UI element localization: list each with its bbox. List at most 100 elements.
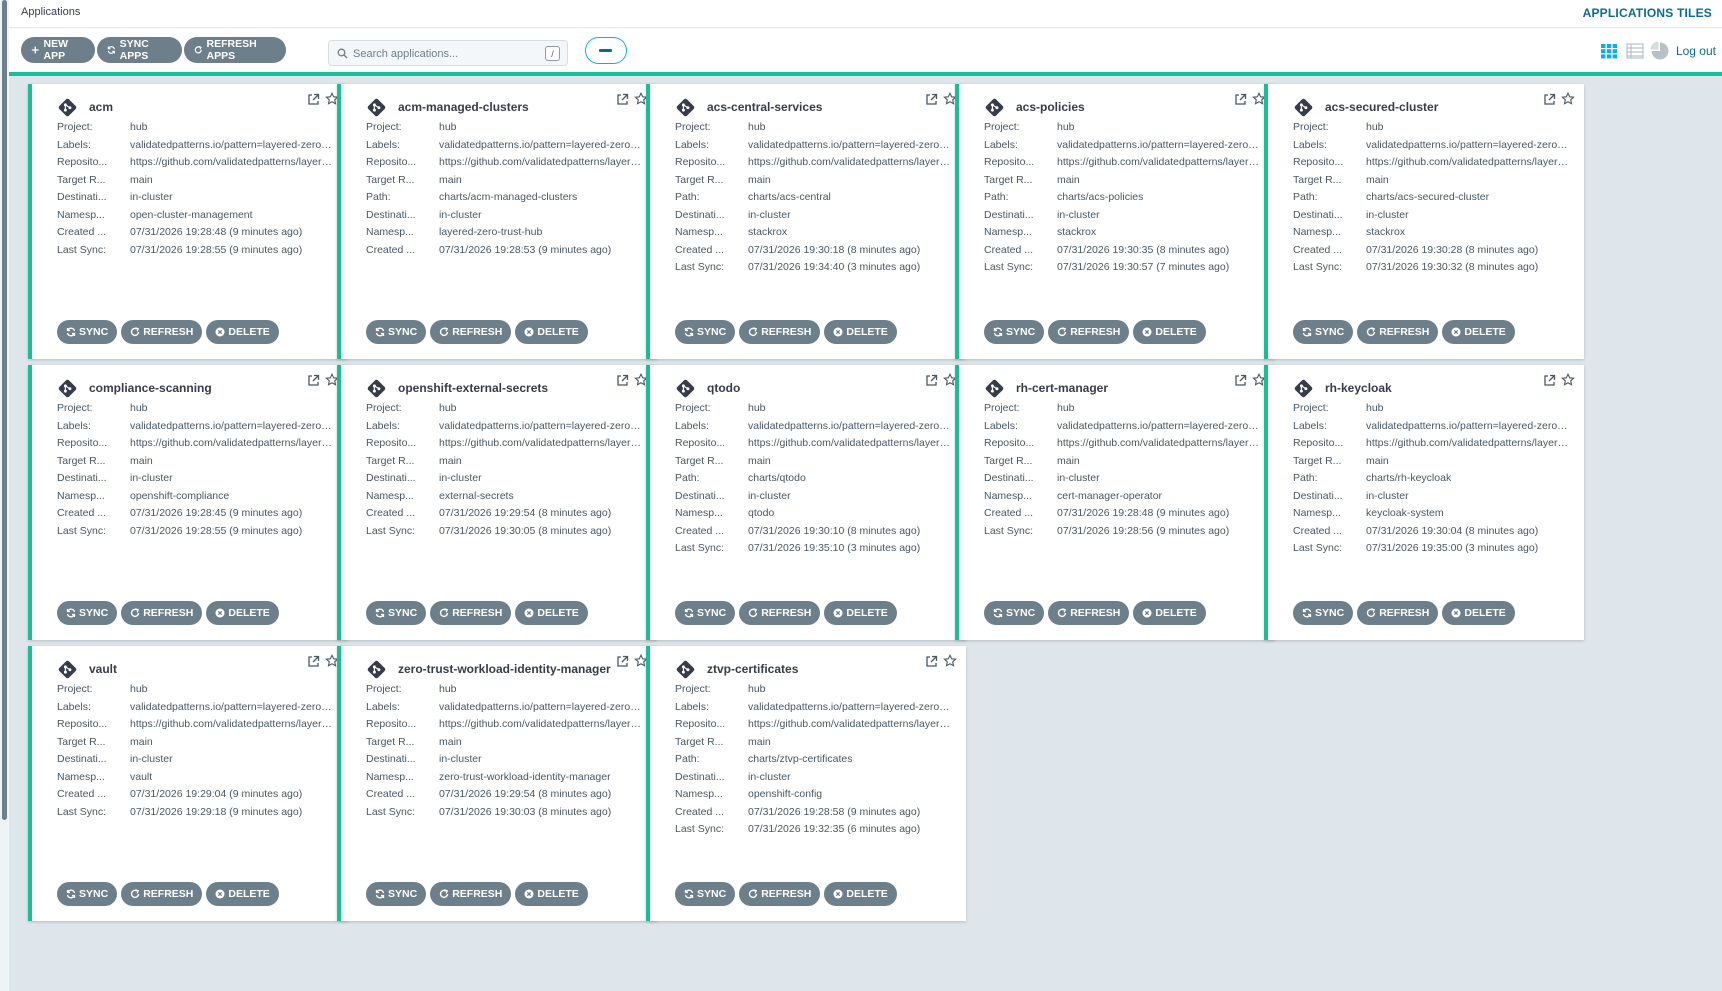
sync-button[interactable]: SYNC	[984, 601, 1045, 625]
external-link-icon[interactable]	[1543, 93, 1556, 106]
external-link-icon[interactable]	[925, 374, 938, 387]
refresh-button[interactable]: REFRESH	[1357, 601, 1439, 625]
target-label: Target R...	[675, 735, 724, 748]
external-link-icon[interactable]	[307, 93, 320, 106]
card-actions: SYNC REFRESH DELETE	[675, 882, 897, 906]
app-card[interactable]: acs-policies Project: hub Labels: validate…	[955, 84, 1275, 359]
scrollbar-thumb[interactable]	[2, 0, 7, 820]
refresh-button[interactable]: REFRESH	[430, 320, 512, 344]
refresh-button[interactable]: REFRESH	[739, 320, 821, 344]
filter-toggle-button[interactable]	[585, 37, 627, 64]
page-scrollbar[interactable]	[0, 0, 9, 991]
sync-button[interactable]: SYNC	[675, 320, 736, 344]
delete-button[interactable]: DELETE	[824, 601, 897, 625]
app-name[interactable]: acs-secured-cluster	[1325, 100, 1438, 114]
refresh-button[interactable]: REFRESH	[1048, 320, 1130, 344]
summary-view-icon[interactable]	[1650, 39, 1670, 63]
external-link-icon[interactable]	[307, 655, 320, 668]
app-card[interactable]: acm-managed-clusters Project: hub Labels:…	[337, 84, 657, 359]
app-name[interactable]: acs-policies	[1016, 100, 1085, 114]
app-name[interactable]: rh-keycloak	[1325, 381, 1392, 395]
git-icon	[985, 379, 1004, 398]
delete-button[interactable]: DELETE	[1442, 601, 1515, 625]
logout-link[interactable]: Log out	[1676, 44, 1716, 58]
external-link-icon[interactable]	[616, 655, 629, 668]
refresh-button[interactable]: REFRESH	[1357, 320, 1439, 344]
tiles-view-icon[interactable]	[1600, 39, 1618, 63]
refresh-button[interactable]: REFRESH	[121, 320, 203, 344]
sync-label: SYNC	[1006, 326, 1036, 338]
last_sync-value: 07/31/2026 19:29:18 (9 minutes ago)	[130, 805, 303, 818]
search-box[interactable]: /	[328, 40, 568, 66]
sync-apps-button[interactable]: SYNC APPS	[97, 37, 182, 63]
app-name[interactable]: openshift-external-secrets	[398, 381, 548, 395]
app-card[interactable]: compliance-scanning Project: hub Labels: v…	[28, 365, 348, 640]
app-card[interactable]: vault Project: hub Labels: validatedpatter…	[28, 646, 348, 921]
app-name[interactable]: vault	[89, 662, 117, 676]
delete-button[interactable]: DELETE	[515, 320, 588, 344]
sync-button[interactable]: SYNC	[675, 882, 736, 906]
app-card[interactable]: rh-keycloak Project: hub Labels: validated…	[1264, 365, 1584, 640]
delete-button[interactable]: DELETE	[206, 882, 279, 906]
app-card[interactable]: acs-central-services Project: hub Labels:…	[646, 84, 966, 359]
sync-button[interactable]: SYNC	[984, 320, 1045, 344]
external-link-icon[interactable]	[1234, 374, 1247, 387]
list-view-icon[interactable]	[1626, 39, 1644, 63]
app-card[interactable]: acs-secured-cluster Project: hub Labels: v…	[1264, 84, 1584, 359]
app-card[interactable]: acm Project: hub Labels: validatedpatterns…	[28, 84, 348, 359]
new-app-button[interactable]: NEW APP	[21, 37, 95, 63]
delete-button[interactable]: DELETE	[206, 601, 279, 625]
app-name[interactable]: compliance-scanning	[89, 381, 212, 395]
delete-button[interactable]: DELETE	[515, 601, 588, 625]
breadcrumb[interactable]: Applications	[21, 6, 80, 18]
refresh-button[interactable]: REFRESH	[121, 601, 203, 625]
sync-button[interactable]: SYNC	[366, 882, 427, 906]
search-input[interactable]	[353, 45, 543, 62]
refresh-button[interactable]: REFRESH	[121, 882, 203, 906]
delete-button[interactable]: DELETE	[1133, 320, 1206, 344]
app-name[interactable]: acs-central-services	[707, 100, 822, 114]
delete-button[interactable]: DELETE	[515, 882, 588, 906]
app-name[interactable]: zero-trust-workload-identity-manager	[398, 662, 611, 676]
app-card[interactable]: zero-trust-workload-identity-manager Pro…	[337, 646, 657, 921]
external-link-icon[interactable]	[307, 374, 320, 387]
sync-button[interactable]: SYNC	[57, 601, 118, 625]
app-card[interactable]: ztvp-certificates Project: hub Labels: val…	[646, 646, 966, 921]
refresh-button[interactable]: REFRESH	[739, 882, 821, 906]
star-icon[interactable]	[1561, 92, 1575, 106]
delete-button[interactable]: DELETE	[1133, 601, 1206, 625]
sync-button[interactable]: SYNC	[57, 320, 118, 344]
repo-value: https://github.com/validatedpatterns/lay…	[439, 156, 641, 168]
delete-button[interactable]: DELETE	[206, 320, 279, 344]
refresh-button[interactable]: REFRESH	[739, 601, 821, 625]
sync-button[interactable]: SYNC	[57, 882, 118, 906]
app-card[interactable]: openshift-external-secrets Project: hub L…	[337, 365, 657, 640]
delete-button[interactable]: DELETE	[824, 320, 897, 344]
app-name[interactable]: acm-managed-clusters	[398, 100, 529, 114]
sync-button[interactable]: SYNC	[1293, 601, 1354, 625]
delete-button[interactable]: DELETE	[1442, 320, 1515, 344]
sync-button[interactable]: SYNC	[675, 601, 736, 625]
delete-button[interactable]: DELETE	[824, 882, 897, 906]
refresh-button[interactable]: REFRESH	[1048, 601, 1130, 625]
external-link-icon[interactable]	[925, 93, 938, 106]
app-name[interactable]: ztvp-certificates	[707, 662, 798, 676]
sync-button[interactable]: SYNC	[366, 320, 427, 344]
refresh-button[interactable]: REFRESH	[430, 601, 512, 625]
app-card[interactable]: rh-cert-manager Project: hub Labels: valid…	[955, 365, 1275, 640]
star-icon[interactable]	[1561, 373, 1575, 387]
refresh-apps-button[interactable]: REFRESH APPS	[184, 37, 286, 63]
star-icon[interactable]	[943, 654, 957, 668]
external-link-icon[interactable]	[1234, 93, 1247, 106]
app-name[interactable]: acm	[89, 100, 113, 114]
app-card[interactable]: qtodo Project: hub Labels: validatedpatter…	[646, 365, 966, 640]
sync-button[interactable]: SYNC	[1293, 320, 1354, 344]
external-link-icon[interactable]	[1543, 374, 1556, 387]
refresh-button[interactable]: REFRESH	[430, 882, 512, 906]
app-name[interactable]: qtodo	[707, 381, 740, 395]
external-link-icon[interactable]	[616, 93, 629, 106]
external-link-icon[interactable]	[616, 374, 629, 387]
app-name[interactable]: rh-cert-manager	[1016, 381, 1108, 395]
sync-button[interactable]: SYNC	[366, 601, 427, 625]
external-link-icon[interactable]	[925, 655, 938, 668]
